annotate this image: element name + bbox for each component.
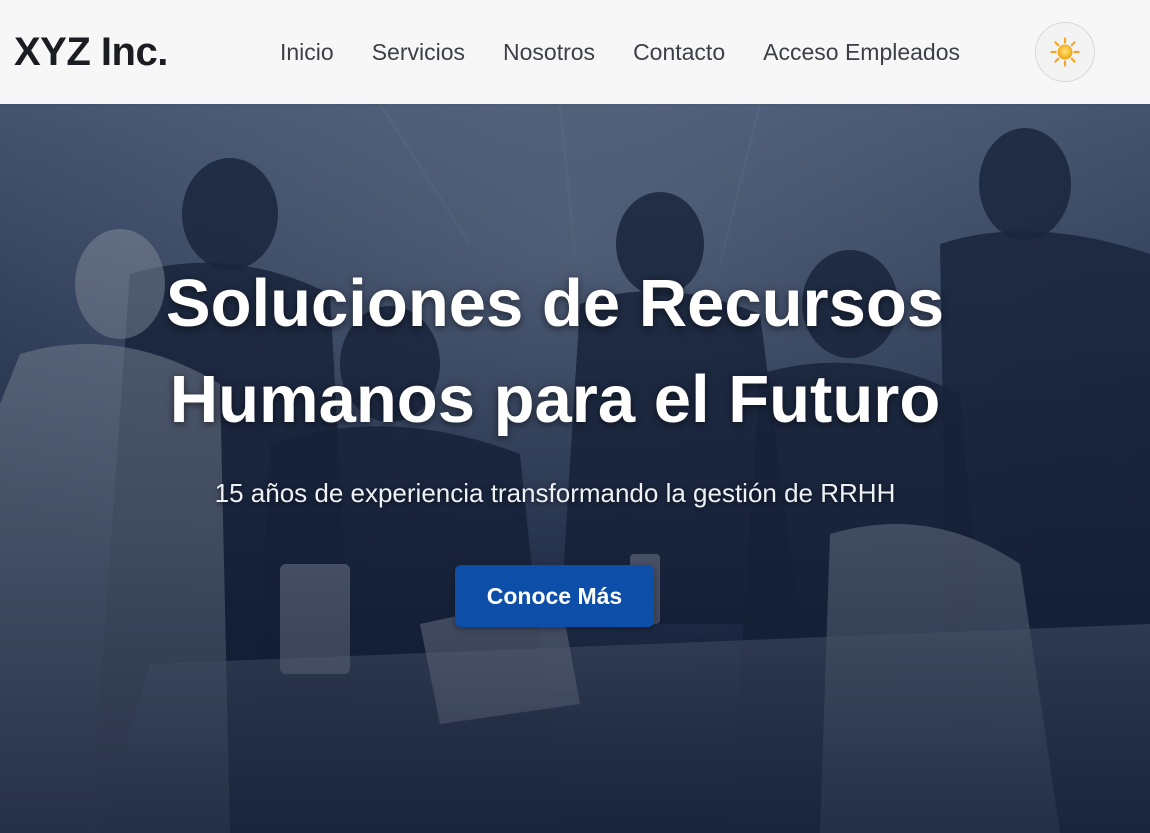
sun-icon — [1050, 37, 1080, 67]
nav-link-nosotros[interactable]: Nosotros — [503, 37, 595, 67]
landing-page: XYZ Inc. Inicio Servicios Nosotros Conta… — [0, 0, 1150, 833]
site-header: XYZ Inc. Inicio Servicios Nosotros Conta… — [0, 0, 1150, 104]
nav-link-acceso-empleados[interactable]: Acceso Empleados — [763, 37, 960, 67]
hero-title-line-2: Humanos para el Futuro — [169, 362, 941, 437]
hero-content: Soluciones de Recursos Humanos para el F… — [0, 104, 1150, 833]
nav-link-contacto[interactable]: Contacto — [633, 37, 725, 67]
conoce-mas-button[interactable]: Conoce Más — [455, 565, 654, 627]
hero-title-line-1: Soluciones de Recursos — [165, 266, 945, 341]
theme-toggle-button[interactable] — [1035, 22, 1095, 82]
main-nav: Inicio Servicios Nosotros Contacto Acces… — [280, 37, 960, 67]
company-logo[interactable]: XYZ Inc. — [14, 29, 168, 75]
hero-section: Soluciones de Recursos Humanos para el F… — [0, 104, 1150, 833]
nav-link-inicio[interactable]: Inicio — [280, 37, 334, 67]
nav-link-servicios[interactable]: Servicios — [372, 37, 465, 67]
hero-title: Soluciones de Recursos Humanos para el F… — [75, 256, 1035, 448]
hero-subtitle: 15 años de experiencia transformando la … — [214, 478, 896, 508]
